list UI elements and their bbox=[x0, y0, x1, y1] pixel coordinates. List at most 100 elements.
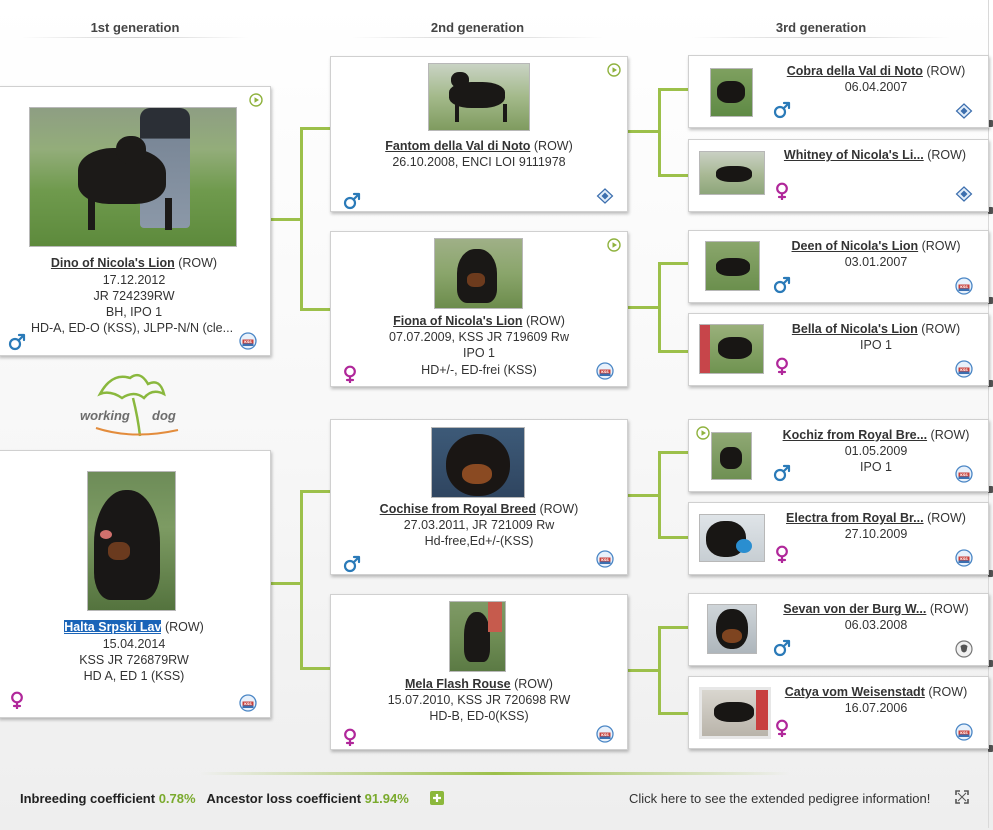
connector bbox=[300, 667, 331, 670]
dog-info-line: 06.04.2007 bbox=[844, 80, 908, 94]
kss-club-icon[interactable] bbox=[239, 332, 257, 350]
dog-registry: (ROW) bbox=[921, 239, 961, 253]
connector bbox=[658, 712, 688, 715]
dog-name-link[interactable]: Fiona of Nicola's Lion bbox=[393, 314, 522, 328]
dog-registry: (ROW) bbox=[525, 314, 565, 328]
dog-card-catya[interactable]: Catya vom Weisenstadt (ROW) 16.07.2006 bbox=[688, 676, 989, 749]
dog-card-bella[interactable]: Bella of Nicola's Lion (ROW) IPO 1 bbox=[688, 313, 989, 386]
dog-info-line: HD+/-, ED-frei (KSS) bbox=[421, 363, 537, 377]
dog-registry: (ROW) bbox=[930, 428, 970, 442]
extended-pedigree-link[interactable]: Click here to see the extended pedigree … bbox=[629, 791, 930, 806]
dog-photo[interactable] bbox=[699, 151, 765, 195]
dog-photo[interactable] bbox=[705, 241, 760, 291]
kss-club-icon[interactable] bbox=[596, 725, 614, 743]
dog-photo[interactable] bbox=[710, 68, 753, 117]
enci-club-icon[interactable] bbox=[955, 185, 973, 203]
kss-club-icon[interactable] bbox=[955, 360, 973, 378]
breed-club-icon[interactable] bbox=[955, 640, 973, 658]
working-dog-logo: working dog bbox=[78, 368, 188, 438]
dog-card-fiona[interactable]: Fiona of Nicola's Lion (ROW) 07.07.2009,… bbox=[330, 231, 628, 387]
female-icon bbox=[8, 691, 26, 709]
dog-info-line: 03.01.2007 bbox=[844, 255, 908, 269]
male-icon bbox=[8, 333, 26, 351]
dog-card-cochise[interactable]: Cochise from Royal Breed (ROW) 27.03.201… bbox=[330, 419, 628, 575]
connector bbox=[300, 490, 303, 670]
kss-club-icon[interactable] bbox=[955, 723, 973, 741]
kss-club-icon[interactable] bbox=[955, 277, 973, 295]
expand-plus-button[interactable] bbox=[430, 791, 444, 805]
dog-card-halta[interactable]: Halta Srpski Lav (ROW) 15.04.2014 KSS JR… bbox=[0, 450, 271, 718]
dog-info-line: 07.07.2009, KSS JR 719609 Rw bbox=[389, 330, 569, 344]
dog-name-line: Catya vom Weisenstadt (ROW) bbox=[767, 684, 985, 700]
dog-name-link[interactable]: Mela Flash Rouse bbox=[405, 677, 511, 691]
fullscreen-icon[interactable] bbox=[955, 790, 969, 804]
kss-club-icon[interactable] bbox=[955, 465, 973, 483]
dog-name-link[interactable]: Sevan von der Burg W... bbox=[783, 602, 926, 616]
dog-card-sevan[interactable]: Sevan von der Burg W... (ROW) 06.03.2008 bbox=[688, 593, 989, 666]
dog-name-link[interactable]: Fantom della Val di Noto bbox=[385, 139, 530, 153]
dog-info-line: BH, IPO 1 bbox=[105, 305, 163, 319]
male-icon bbox=[773, 464, 791, 482]
working-dog-logo-graphic bbox=[95, 373, 179, 437]
dog-card-deen[interactable]: Deen of Nicola's Lion (ROW) 03.01.2007 bbox=[688, 230, 989, 303]
dog-card-cobra[interactable]: Cobra della Val di Noto (ROW) 06.04.2007 bbox=[688, 55, 989, 128]
dog-photo[interactable] bbox=[707, 604, 757, 654]
connector bbox=[658, 350, 688, 353]
ball-toy bbox=[736, 539, 752, 553]
dog-name-link[interactable]: Halta Srpski Lav bbox=[64, 620, 162, 634]
dog-photo[interactable] bbox=[449, 601, 506, 672]
dog-name-link[interactable]: Deen of Nicola's Lion bbox=[792, 239, 919, 253]
female-icon bbox=[341, 728, 359, 746]
video-play-icon[interactable] bbox=[249, 93, 263, 107]
dog-info-line: 27.03.2011, JR 721009 Rw bbox=[403, 518, 555, 532]
enci-club-icon[interactable] bbox=[955, 102, 973, 120]
dog-head bbox=[116, 136, 146, 164]
dog-photo[interactable] bbox=[699, 324, 764, 374]
dog-photo[interactable] bbox=[431, 427, 525, 498]
dog-photo[interactable] bbox=[699, 687, 771, 739]
dog-photo[interactable] bbox=[699, 514, 765, 562]
dog-name-link[interactable]: Bella of Nicola's Lion bbox=[792, 322, 918, 336]
dog-legs bbox=[88, 198, 172, 230]
dog-name-line: Deen of Nicola's Lion (ROW) bbox=[767, 238, 985, 254]
dog-card-kochiz[interactable]: Kochiz from Royal Bre... (ROW) 01.05.200… bbox=[688, 419, 989, 492]
dog-card-electra[interactable]: Electra from Royal Br... (ROW) 27.10.200… bbox=[688, 502, 989, 575]
dog-name-link[interactable]: Cochise from Royal Breed bbox=[380, 502, 536, 516]
dog-name-line: Cochise from Royal Breed (ROW) bbox=[333, 501, 625, 517]
connector bbox=[627, 306, 660, 309]
dog-name-line: Whitney of Nicola's Li... (ROW) bbox=[775, 147, 975, 163]
inbreeding-value: 0.78% bbox=[158, 791, 196, 806]
video-play-icon[interactable] bbox=[607, 63, 621, 77]
dog-photo[interactable] bbox=[434, 238, 523, 309]
enci-club-icon[interactable] bbox=[596, 187, 614, 205]
dog-info-line: HD-B, ED-0(KSS) bbox=[429, 709, 529, 723]
dog-photo[interactable] bbox=[428, 63, 530, 131]
dog-name-link[interactable]: Electra from Royal Br... bbox=[786, 511, 924, 525]
video-play-icon[interactable] bbox=[607, 238, 621, 252]
dog-name-link[interactable]: Dino of Nicola's Lion bbox=[51, 256, 175, 270]
dog-photo[interactable] bbox=[29, 107, 237, 247]
dog-card-whitney[interactable]: Whitney of Nicola's Li... (ROW) bbox=[688, 139, 989, 212]
dog-photo[interactable] bbox=[87, 471, 176, 611]
video-play-icon[interactable] bbox=[696, 426, 710, 440]
kss-club-icon[interactable] bbox=[239, 694, 257, 712]
dog-name-link[interactable]: Whitney of Nicola's Li... bbox=[784, 148, 924, 162]
connector bbox=[300, 308, 331, 311]
connector bbox=[300, 127, 331, 130]
dog-registry: (ROW) bbox=[514, 677, 553, 691]
dog-card-fantom[interactable]: Fantom della Val di Noto (ROW) 26.10.200… bbox=[330, 56, 628, 212]
dog-silhouette bbox=[717, 81, 745, 103]
dog-name-link[interactable]: Catya vom Weisenstadt bbox=[785, 685, 925, 699]
dog-card-mela[interactable]: Mela Flash Rouse (ROW) 15.07.2010, KSS J… bbox=[330, 594, 628, 750]
dog-registry: (ROW) bbox=[928, 685, 968, 699]
kss-club-icon[interactable] bbox=[596, 362, 614, 380]
dog-name-link[interactable]: Kochiz from Royal Bre... bbox=[783, 428, 927, 442]
dog-card-dino[interactable]: Dino of Nicola's Lion (ROW) 17.12.2012 J… bbox=[0, 86, 271, 356]
dog-name-link[interactable]: Cobra della Val di Noto bbox=[787, 64, 923, 78]
connector bbox=[300, 490, 331, 493]
dog-photo[interactable] bbox=[711, 432, 752, 480]
kss-club-icon[interactable] bbox=[596, 550, 614, 568]
dog-name-line: Bella of Nicola's Lion (ROW) bbox=[767, 321, 985, 337]
dog-registry: (ROW) bbox=[178, 256, 218, 270]
kss-club-icon[interactable] bbox=[955, 549, 973, 567]
